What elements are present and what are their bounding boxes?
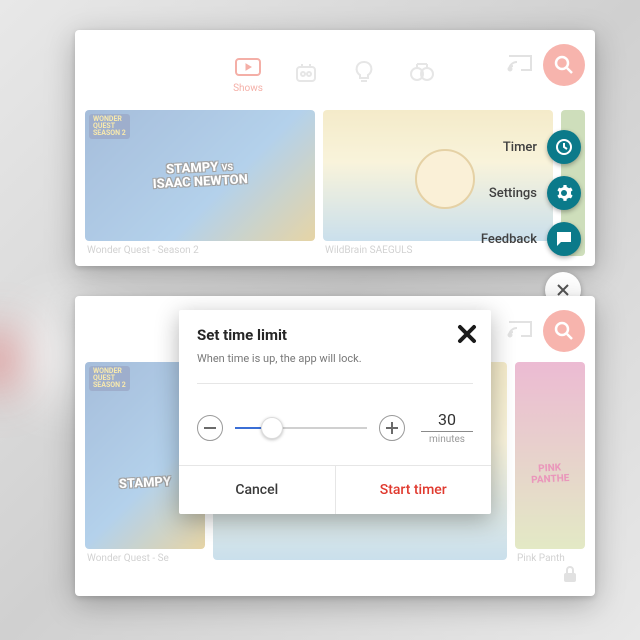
video-card[interactable]: WONDERQUESTSEASON 2 STAMPY VSISAAC NEWTO… (85, 110, 315, 256)
screenshot-top: Shows WONDERQUESTSEASON 2 (75, 30, 595, 266)
fab-label: Feedback (481, 232, 537, 247)
fab-label: Settings (489, 186, 537, 201)
fab-menu: Timer Settings Feedback (481, 130, 581, 308)
dialog-title: Set time limit (197, 326, 473, 344)
video-title: Pink Panth (515, 549, 585, 564)
screenshot-bottom: WONDERQUESTSEASON 2 STAMPY Wonder Quest … (75, 296, 595, 596)
nav-tab-label: Shows (233, 83, 263, 94)
video-title: Wonder Quest - Season 2 (85, 241, 315, 256)
music-icon[interactable] (291, 57, 321, 87)
slider-thumb[interactable] (261, 417, 283, 439)
time-value: 30 (421, 410, 473, 432)
dialog-subtitle: When time is up, the app will lock. (197, 352, 473, 365)
search-button[interactable] (543, 44, 585, 86)
fab-feedback[interactable]: Feedback (481, 222, 581, 256)
cast-icon[interactable] (507, 318, 533, 344)
video-card[interactable]: PINKPANTHE Pink Panth (515, 362, 585, 564)
timer-dialog: Set time limit When time is up, the app … (179, 310, 491, 514)
cancel-button[interactable]: Cancel (179, 466, 336, 514)
explore-icon[interactable] (407, 57, 437, 87)
video-title (213, 560, 507, 564)
decrement-button[interactable] (197, 415, 223, 441)
shows-icon (233, 51, 263, 81)
fab-label: Timer (503, 140, 537, 155)
learning-icon[interactable] (349, 57, 379, 87)
nav-tab-shows[interactable]: Shows (233, 51, 263, 94)
cast-icon[interactable] (507, 52, 533, 78)
gear-icon (547, 176, 581, 210)
search-button[interactable] (543, 310, 585, 352)
feedback-icon (547, 222, 581, 256)
lock-icon[interactable] (561, 564, 579, 588)
time-unit: minutes (421, 434, 473, 445)
time-slider[interactable] (235, 427, 367, 429)
fab-timer[interactable]: Timer (503, 130, 581, 164)
start-timer-button[interactable]: Start timer (336, 466, 492, 514)
clock-icon (547, 130, 581, 164)
video-title: Wonder Quest - Se (85, 549, 205, 564)
dialog-close-button[interactable] (453, 320, 481, 348)
fab-settings[interactable]: Settings (489, 176, 581, 210)
increment-button[interactable] (379, 415, 405, 441)
